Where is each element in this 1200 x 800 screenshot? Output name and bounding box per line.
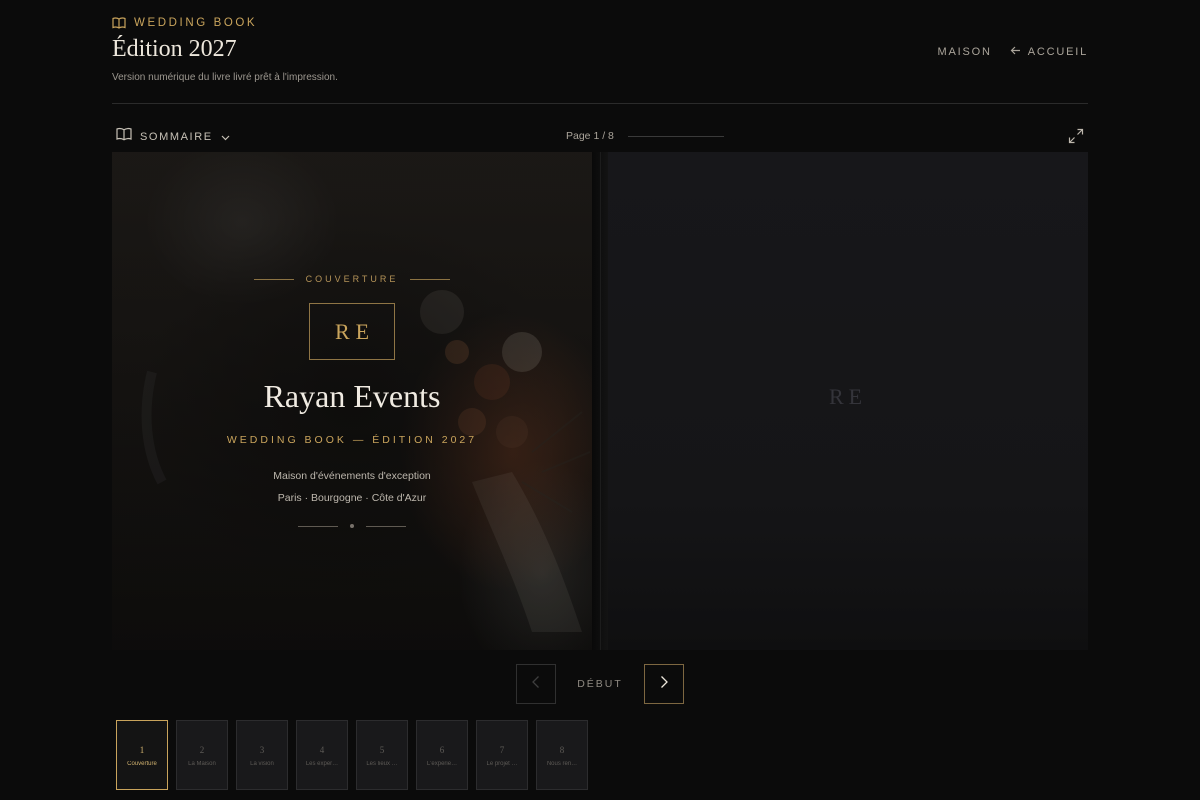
right-page-monogram: RE [828, 384, 868, 409]
thumbnail-number: 2 [199, 745, 205, 755]
fullscreen-icon[interactable] [1068, 128, 1084, 144]
thumbnail-label: Les exper… [305, 761, 339, 767]
cover-tagline: Maison d'événements d'exception [273, 470, 431, 482]
thumbnail-2[interactable]: 2 La Maison [176, 720, 228, 790]
brand-label: WEDDING BOOK [134, 17, 258, 29]
thumbnail-7[interactable]: 7 Le projet … [476, 720, 528, 790]
brand: WEDDING BOOK [112, 16, 257, 30]
thumbnail-1[interactable]: 1 Couverture [116, 720, 168, 790]
nav-accueil-link[interactable]: ACCUEIL [1010, 45, 1088, 59]
ornament-dot [350, 524, 354, 528]
thumbnail-number: 8 [559, 745, 565, 755]
thumbnail-label: Nous ren… [546, 761, 578, 767]
book-icon [116, 127, 132, 146]
cover-subtitle: WEDDING BOOK — ÉDITION 2027 [226, 434, 478, 446]
cover-label-line-left [253, 278, 294, 280]
page-subtitle: Version numérique du livre livré prêt à … [112, 72, 338, 83]
ornament-line-left [298, 525, 338, 527]
cover-locations: Paris · Bourgogne · Côte d'Azur [277, 492, 427, 504]
book-spread: COUVERTURE RE Rayan Events WEDDING BOOK … [112, 152, 1088, 650]
thumbnail-6[interactable]: 6 L'experie… [416, 720, 468, 790]
thumbnail-label: Les lieux … [366, 761, 398, 767]
thumbnail-label: Couverture [127, 761, 157, 767]
thumbnail-8[interactable]: 8 Nous ren… [536, 720, 588, 790]
next-page-button[interactable] [644, 664, 684, 704]
chevron-down-icon [221, 128, 230, 146]
cover-label: COUVERTURE [112, 274, 592, 284]
thumbnail-number: 7 [499, 745, 505, 755]
top-nav: MAISON ACCUEIL [938, 45, 1088, 59]
thumbnail-label: L'experie… [426, 761, 458, 767]
thumbnail-label: La Maison [188, 761, 216, 767]
nav-maison-label: MAISON [937, 46, 992, 58]
summary-label: SOMMAIRE [140, 130, 213, 143]
thumbnail-number: 6 [439, 745, 445, 755]
thumbnail-number: 1 [139, 745, 145, 755]
cover-monogram: RE [309, 303, 395, 360]
thumbnail-label: La vision [250, 761, 274, 767]
book-toolbar: SOMMAIRE Page 1 / 8 [112, 124, 1088, 148]
page-indicator: Page 1 / 8 [566, 130, 724, 142]
cover-title: Rayan Events [263, 378, 441, 414]
cover-label-text: COUVERTURE [305, 274, 399, 284]
pager: DÉBUT [516, 664, 684, 704]
thumbnail-strip: 1 Couverture 2 La Maison 3 La vision 4 L… [116, 720, 588, 790]
thumbnail-5[interactable]: 5 Les lieux … [356, 720, 408, 790]
cover-page[interactable]: COUVERTURE RE Rayan Events WEDDING BOOK … [112, 152, 592, 650]
header: WEDDING BOOK Édition 2027 Version numéri… [112, 14, 1088, 104]
cover-ornament [112, 524, 592, 528]
arrow-left-icon [1010, 45, 1021, 59]
header-divider [112, 103, 1088, 104]
thumbnail-3[interactable]: 3 La vision [236, 720, 288, 790]
page-indicator-text: Page 1 / 8 [566, 130, 614, 142]
cover-monogram-text: RE [334, 318, 376, 344]
cover-label-line-right [410, 278, 451, 280]
thumbnail-4[interactable]: 4 Les exper… [296, 720, 348, 790]
spine-line [600, 152, 601, 650]
thumbnail-number: 4 [319, 745, 325, 755]
ornament-line-right [366, 525, 406, 527]
prev-page-button[interactable] [516, 664, 556, 704]
thumbnail-number: 3 [259, 745, 265, 755]
chevron-right-icon [659, 675, 669, 694]
open-book-icon [112, 16, 126, 30]
page-title: Édition 2027 [112, 36, 237, 62]
nav-accueil-label: ACCUEIL [1027, 46, 1088, 58]
summary-dropdown[interactable]: SOMMAIRE [116, 127, 230, 146]
thumbnail-number: 5 [379, 745, 385, 755]
chevron-left-icon [531, 675, 541, 694]
right-page[interactable]: RE [608, 152, 1088, 650]
page-progress-track [627, 135, 724, 137]
thumbnail-label: Le projet … [486, 761, 518, 767]
nav-maison-link[interactable]: MAISON [938, 46, 992, 58]
cover-content: COUVERTURE RE Rayan Events WEDDING BOOK … [112, 152, 592, 650]
pager-label: DÉBUT [577, 678, 623, 690]
